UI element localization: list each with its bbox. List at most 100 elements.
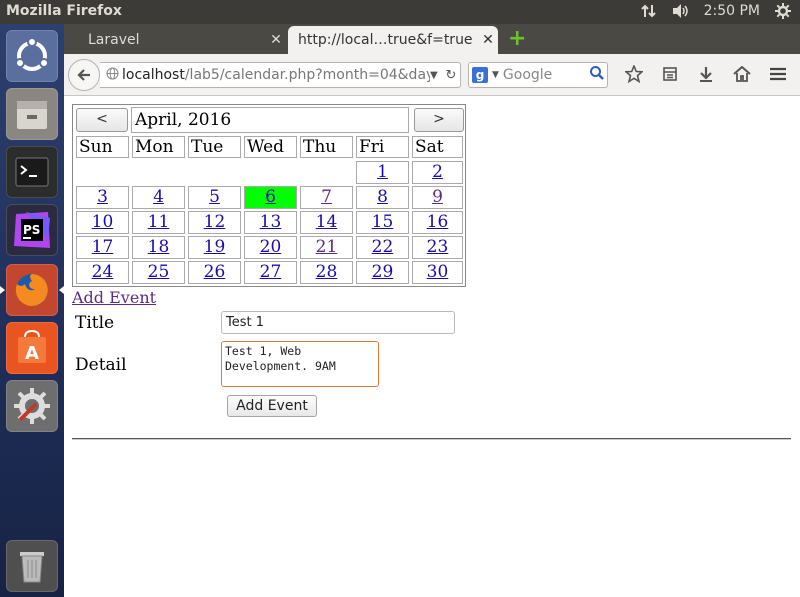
files-icon[interactable] [6,88,58,140]
calendar-day-cell: 19 [188,236,241,259]
system-tray: 2:50 PM [640,3,792,19]
phpstorm-icon[interactable]: PS [6,204,58,256]
calendar-day-link[interactable]: 25 [148,262,170,282]
calendar-day-link[interactable]: 27 [260,262,282,282]
search-bar[interactable]: g ▼ Google [468,62,608,88]
calendar-day-cell: 21 [300,236,353,259]
prev-month-button[interactable]: < [76,108,128,132]
calendar-day-link[interactable]: 13 [260,212,282,232]
calendar-day-cell: 25 [132,261,185,284]
gear-icon[interactable] [774,3,792,19]
ubuntu-dash-icon[interactable] [6,30,58,82]
calendar-day-cell: 28 [300,261,353,284]
calendar-day-link[interactable]: 20 [260,237,282,257]
bookmark-star-icon[interactable] [616,63,652,85]
window-title: Mozilla Firefox [6,3,122,19]
home-icon[interactable] [724,63,760,85]
add-event-link[interactable]: Add Event [72,288,156,307]
url-path: /lab5/calendar.php?month=04&day= [184,67,430,83]
calendar-day-link[interactable]: 28 [316,262,338,282]
add-event-button[interactable]: Add Event [227,395,317,417]
network-icon[interactable] [640,3,658,19]
calendar-day-cell: 10 [76,211,129,234]
weekday-header: Wed [244,136,297,158]
url-bar[interactable]: localhost/lab5/calendar.php?month=04&day… [100,62,461,88]
calendar-day-cell: 30 [412,261,463,284]
calendar-day-link[interactable]: 5 [209,187,220,207]
firefox-icon[interactable] [0,264,64,316]
calendar-day-cell: 6 [244,186,297,209]
calendar-day-link[interactable]: 10 [92,212,114,232]
new-tab-icon[interactable]: + [508,28,526,50]
calendar-day-link[interactable]: 23 [427,237,449,257]
calendar-day-link[interactable]: 29 [372,262,394,282]
history-dropdown-icon[interactable]: ▼ [430,70,442,81]
calendar-day-link[interactable]: 2 [432,162,443,182]
calendar-day-link[interactable]: 22 [372,237,394,257]
volume-icon[interactable] [672,3,690,19]
close-icon[interactable]: ✕ [266,32,286,48]
calendar-day-link[interactable]: 16 [427,212,449,232]
calendar-day-link[interactable]: 17 [92,237,114,257]
calendar-day-link[interactable]: 30 [427,262,449,282]
calendar-day-link[interactable]: 11 [148,212,170,232]
calendar-day-link[interactable]: 4 [153,187,164,207]
calendar-day-cell: 26 [188,261,241,284]
tab-calendar[interactable]: http://local…true&f=true ✕ [288,26,498,54]
calendar-day-cell: 2 [412,161,463,184]
tab-label: http://local…true&f=true [298,32,473,48]
calendar-day-link[interactable]: 3 [97,187,108,207]
calendar-day-cell: 14 [300,211,353,234]
divider [72,438,791,440]
system-settings-icon[interactable] [6,380,58,432]
calendar-day-link[interactable]: 9 [432,187,443,207]
calendar-day-cell: 3 [76,186,129,209]
calendar-day-cell: 12 [188,211,241,234]
search-icon[interactable] [589,65,607,85]
calendar-day-cell: 17 [76,236,129,259]
calendar-day-cell: 18 [132,236,185,259]
trash-icon[interactable] [6,540,58,592]
calendar-day-cell: 11 [132,211,185,234]
toolbar-icons [616,63,796,85]
download-icon[interactable] [688,63,724,85]
calendar-day-cell: 20 [244,236,297,259]
calendar-day-link[interactable]: 19 [204,237,226,257]
calendar-day-cell: 16 [412,211,463,234]
calendar-day-link[interactable]: 12 [204,212,226,232]
weekday-header: Sat [412,136,463,158]
calendar-day-link[interactable]: 26 [204,262,226,282]
url-host: localhost [122,67,185,83]
calendar-day-link[interactable]: 18 [148,237,170,257]
reload-icon[interactable]: ↻ [442,68,460,83]
calendar-day-link[interactable]: 21 [316,237,338,257]
terminal-icon[interactable] [6,146,58,198]
calendar-day-link[interactable]: 24 [92,262,114,282]
google-icon[interactable]: g [472,67,488,83]
reading-list-icon[interactable] [652,63,688,85]
software-center-icon[interactable]: A [6,322,58,374]
clock[interactable]: 2:50 PM [704,3,760,19]
menu-icon[interactable] [760,63,796,85]
calendar-day-link[interactable]: 1 [377,162,388,182]
calendar-day-link[interactable]: 8 [377,187,388,207]
title-input[interactable]: Test 1 [221,311,455,334]
detail-textarea[interactable]: Test 1, Web Development. 9AM [221,341,379,387]
back-button[interactable] [68,59,100,91]
calendar-day-link[interactable]: 6 [265,187,276,207]
globe-icon [106,67,120,84]
calendar-day-cell: 8 [356,186,409,209]
calendar-day-link[interactable]: 15 [372,212,394,232]
calendar-day-link[interactable]: 7 [321,187,332,207]
calendar-day-cell: 24 [76,261,129,284]
calendar-day-cell: 23 [412,236,463,259]
chevron-down-icon[interactable]: ▼ [492,70,499,80]
launcher: PS A [0,24,64,597]
tab-laravel[interactable]: Laravel ✕ [64,26,286,54]
close-icon[interactable]: ✕ [478,32,498,48]
calendar-day-link[interactable]: 14 [316,212,338,232]
svg-text:PS: PS [23,223,40,237]
calendar-day-cell: 15 [356,211,409,234]
next-month-button[interactable]: > [414,108,464,132]
calendar-day-cell: 7 [300,186,353,209]
